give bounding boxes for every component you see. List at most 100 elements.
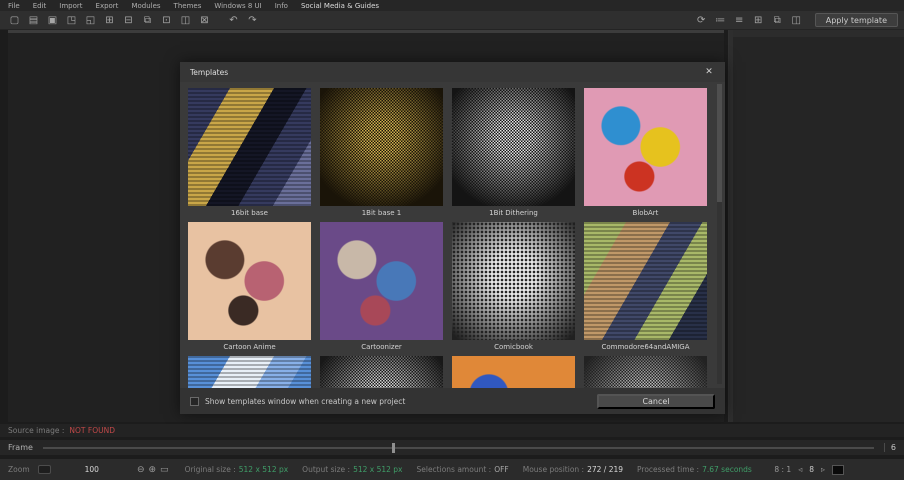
export-sequence-icon[interactable]: ⊟ (120, 13, 137, 28)
template-item[interactable]: Comicbook (452, 222, 575, 352)
mouse-position-stat: Mouse position :272 / 219 (523, 465, 623, 474)
dialog-scrollbar-thumb[interactable] (717, 84, 722, 202)
frame-slider-handle[interactable] (392, 443, 395, 453)
toolbar-right-icons: ⟳≔≡⊞⧉◫ (693, 13, 807, 28)
panel-scrollbar[interactable] (729, 30, 733, 422)
duplicate-icon[interactable]: ⧉ (769, 13, 786, 28)
sort-list-icon[interactable]: ≔ (712, 13, 729, 28)
status-bar: Zoom 100 ⊖⊕▭ Original size :512 x 512 px… (0, 459, 904, 480)
frame-ratio: 8 : 1 (774, 465, 791, 474)
template-thumbnail[interactable] (188, 88, 311, 206)
menu-social-media-guides[interactable]: Social Media & Guides (301, 2, 379, 10)
zoom-in-icon[interactable]: ⊕ (149, 465, 157, 475)
mouse-position-label: Mouse position : (523, 465, 584, 474)
template-thumbnail[interactable] (320, 222, 443, 340)
prev-frame-icon[interactable]: ◃ (798, 465, 802, 474)
canvas-horizontal-scrollbar[interactable] (8, 30, 724, 33)
template-name: Cartoonizer (361, 343, 402, 352)
template-item[interactable] (188, 356, 311, 388)
template-item[interactable]: 1Bit base 1 (320, 88, 443, 218)
template-thumbnail[interactable] (320, 356, 443, 388)
source-image-label: Source image : (8, 426, 64, 435)
panel-header (733, 30, 904, 37)
panel-icon[interactable]: ◫ (788, 13, 805, 28)
template-thumbnail[interactable] (584, 356, 707, 388)
selections-amount-stat: Selections amount :OFF (416, 465, 508, 474)
open-file-icon[interactable]: ▤ (25, 13, 42, 28)
frame-slider-track[interactable] (43, 447, 874, 449)
original-size-label: Original size : (185, 465, 236, 474)
template-thumbnail[interactable] (188, 222, 311, 340)
next-frame-icon[interactable]: ▹ (821, 465, 825, 474)
menu-info[interactable]: Info (275, 2, 288, 10)
new-file-icon[interactable]: ▢ (6, 13, 23, 28)
undo-icon[interactable]: ↶ (225, 13, 242, 28)
template-name: 1Bit base 1 (362, 209, 402, 218)
template-thumbnail[interactable] (452, 88, 575, 206)
template-name: Commodore64andAMIGA (601, 343, 689, 352)
template-name: Cartoon Anime (223, 343, 275, 352)
menu-edit[interactable]: Edit (33, 2, 47, 10)
template-item[interactable]: 1Bit Dithering (452, 88, 575, 218)
template-thumbnail[interactable] (452, 356, 575, 388)
copy-icon[interactable]: ⧉ (139, 13, 156, 28)
template-thumbnail[interactable] (188, 356, 311, 388)
template-thumbnail[interactable] (584, 222, 707, 340)
save-file-icon[interactable]: ▣ (44, 13, 61, 28)
zoom-out-icon[interactable]: ⊖ (137, 465, 145, 475)
processed-time-value: 7.67 seconds (702, 465, 752, 474)
template-item[interactable]: Cartoon Anime (188, 222, 311, 352)
template-grid: 16bit base 1Bit base 1 1Bit DitheringBlobA… (180, 82, 725, 388)
grid-icon[interactable]: ⊞ (750, 13, 767, 28)
zoom-fit-icon[interactable]: ▭ (160, 465, 169, 475)
templates-dialog-header: Templates ✕ (180, 62, 725, 82)
template-thumbnail[interactable] (584, 88, 707, 206)
output-size-value: 512 x 512 px (353, 465, 402, 474)
templates-dialog-title: Templates (190, 68, 228, 77)
template-thumbnail[interactable] (452, 222, 575, 340)
menu-export[interactable]: Export (96, 2, 119, 10)
template-item[interactable]: 16bit base (188, 88, 311, 218)
show-templates-checkbox[interactable] (190, 397, 199, 406)
template-item[interactable] (452, 356, 575, 388)
right-side-panel (728, 30, 904, 422)
menu-file[interactable]: File (8, 2, 20, 10)
apply-template-button[interactable]: Apply template (815, 13, 898, 27)
cancel-button[interactable]: Cancel (597, 394, 715, 409)
close-icon[interactable]: ✕ (703, 67, 715, 77)
selections-amount-value: OFF (494, 465, 509, 474)
template-item[interactable]: Cartoonizer (320, 222, 443, 352)
menu-import[interactable]: Import (59, 2, 82, 10)
template-name: 16bit base (231, 209, 268, 218)
frame-slider-row: Frame 6 (0, 440, 904, 455)
templates-dialog-footer: Show templates window when creating a ne… (180, 388, 725, 414)
template-item[interactable]: Commodore64andAMIGA (584, 222, 707, 352)
frame-label: Frame (8, 443, 33, 452)
export-gif-icon[interactable]: ◫ (177, 13, 194, 28)
export-video-icon[interactable]: ⊠ (196, 13, 213, 28)
import-image-icon[interactable]: ◳ (63, 13, 80, 28)
template-item[interactable] (584, 356, 707, 388)
template-item[interactable] (320, 356, 443, 388)
status-stats: Original size : 512 x 512 pxOutput size :… (185, 465, 752, 474)
templates-dialog: Templates ✕ 16bit base 1Bit base 1 1Bit Di… (180, 62, 725, 414)
redo-icon[interactable]: ↷ (244, 13, 261, 28)
template-thumbnail[interactable] (320, 88, 443, 206)
template-item[interactable]: BlobArt (584, 88, 707, 218)
import-sequence-icon[interactable]: ⊞ (101, 13, 118, 28)
color-swatch[interactable] (832, 465, 844, 475)
paste-icon[interactable]: ⊡ (158, 13, 175, 28)
menu-modules[interactable]: Modules (131, 2, 160, 10)
menu-windows-8-ui[interactable]: Windows 8 UI (214, 2, 261, 10)
processed-time-stat: Processed time :7.67 seconds (637, 465, 752, 474)
zoom-toggle[interactable] (38, 465, 51, 474)
output-size-label: Output size : (302, 465, 350, 474)
dialog-scrollbar[interactable] (717, 84, 722, 384)
list-icon[interactable]: ≡ (731, 13, 748, 28)
selections-amount-label: Selections amount : (416, 465, 491, 474)
refresh-icon[interactable]: ⟳ (693, 13, 710, 28)
output-size-stat: Output size :512 x 512 px (302, 465, 402, 474)
menu-themes[interactable]: Themes (174, 2, 202, 10)
frame-slider[interactable] (43, 443, 874, 453)
export-image-icon[interactable]: ◱ (82, 13, 99, 28)
